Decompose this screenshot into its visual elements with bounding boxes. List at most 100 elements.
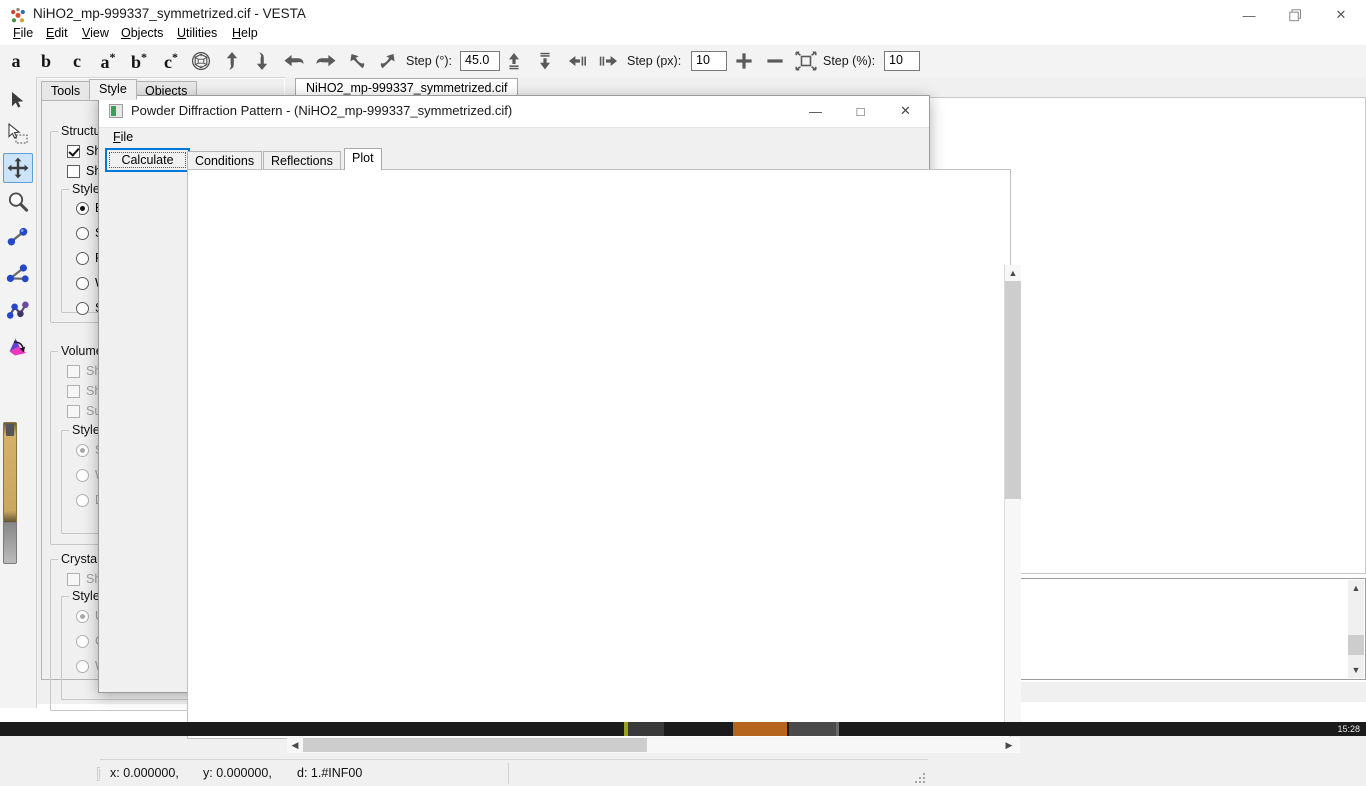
main-window-title: NiHO2_mp-999337_symmetrized.cif - VESTA [33,6,306,21]
fit-to-screen-button[interactable] [793,47,819,75]
view-along-c-star-button[interactable]: c* [157,47,185,75]
zoom-in-icon [736,53,752,69]
menu-view[interactable]: View [75,24,116,47]
step-px-label: Step (px): [627,54,682,68]
select-arrow-tool-button[interactable] [3,85,33,115]
translate-up-button[interactable] [503,47,525,75]
uniform-color-radio-dot [76,609,89,623]
show-isosurfaces-checkbox-box [67,384,80,398]
axis-c-star-label: c* [164,49,178,72]
rotate-up-button[interactable] [220,47,244,75]
dialog-horizontal-scrollbar[interactable]: ◀ ▶ [287,737,1020,753]
dialog-maximize-button[interactable]: □ [838,96,883,126]
zoom-out-button[interactable] [763,47,787,75]
dialog-tab-reflections[interactable]: Reflections [263,151,341,170]
four-atom-torsion-icon [6,301,29,319]
dialog-scroll-up-icon[interactable]: ▲ [1005,265,1021,281]
axis-b-star-label: b* [130,49,147,72]
taskbar-item-4[interactable] [789,722,836,736]
view-along-b-button[interactable]: b [34,47,58,75]
translate-right-button[interactable] [596,47,620,75]
cursor-arrow-icon [12,92,24,108]
taskbar-item-2[interactable] [628,722,664,736]
dialog-tab-strip: Conditions Reflections Plot [187,148,929,170]
axis-a-star-label: a* [100,49,116,72]
translate-left-button[interactable] [566,47,590,75]
dialog-vertical-scrollbar[interactable]: ▲ ▼ [1004,265,1021,735]
rotate-left-button[interactable] [281,47,307,75]
marquee-select-icon [8,123,28,144]
polyhedron-icon [192,52,210,70]
step-degree-input[interactable]: 45.0 [460,51,500,71]
dialog-tab-plot[interactable]: Plot [344,148,382,170]
depth-slider-knob[interactable] [6,424,14,436]
dialog-close-button[interactable]: ✕ [883,96,928,126]
zoom-in-button[interactable] [732,47,756,75]
dialog-minimize-button[interactable]: — [793,96,838,126]
dialog-hscroll-thumb[interactable] [303,738,647,752]
box-select-tool-button[interactable] [3,119,33,149]
dialog-resize-grip[interactable] [915,773,925,783]
menu-objects[interactable]: Objects [114,24,170,47]
polyhedral-radio-dot[interactable] [76,251,89,265]
smooth-shading-radio-dot [76,443,89,457]
vesta-app-icon [9,7,27,25]
move-tool-button[interactable] [3,153,33,183]
rotate-right-button[interactable] [313,47,339,75]
plane-tool-button[interactable] [3,332,33,362]
status-divider [508,763,509,784]
sidebar-tab-tools[interactable]: Tools [41,81,91,100]
polyhedron-button[interactable] [188,47,214,75]
bond-distance-tool-button[interactable] [3,222,33,252]
dialog-scroll-left-icon[interactable]: ◀ [287,737,303,753]
menu-edit-rest: dit [54,26,68,40]
main-menubar: File Edit View Objects Utilities Help [0,24,1366,45]
calculate-button[interactable]: Calculate [105,148,190,172]
translate-down-button[interactable] [534,47,556,75]
axis-b-label: b [40,50,51,71]
taskbar-item-5[interactable] [836,722,839,736]
rotate-left-icon [284,55,304,67]
menu-utilities[interactable]: Utilities [170,24,224,47]
dialog-menu-file-rest: ile [120,130,134,144]
stick-radio-dot[interactable] [76,301,89,315]
step-pct-input[interactable]: 10 [884,51,920,71]
output-scroll-down-icon[interactable]: ▼ [1348,662,1364,678]
custom-color-radio-dot [76,634,89,648]
bond-angle-tool-button[interactable] [3,259,33,289]
rotate-down-icon [256,52,268,70]
menu-file[interactable]: File [6,24,40,47]
powder-diffraction-dialog: Powder Diffraction Pattern - (NiHO2_mp-9… [98,95,1021,786]
show-models-checkbox-box[interactable] [67,144,80,158]
rotate-ccw-button[interactable] [345,47,369,75]
view-along-a-star-button[interactable]: a* [94,47,122,75]
sidebar-tab-style[interactable]: Style [89,79,137,100]
dialog-vscroll-thumb[interactable] [1005,281,1021,499]
output-scroll-thumb[interactable] [1348,635,1364,655]
dialog-tab-conditions[interactable]: Conditions [187,151,263,170]
dialog-scroll-right-icon[interactable]: ▶ [1001,737,1017,753]
view-along-b-star-button[interactable]: b* [125,47,153,75]
zoom-tool-button[interactable] [3,187,33,217]
diffraction-plot-canvas[interactable] [187,169,1011,739]
taskbar-clock[interactable]: 15:28 [1337,724,1360,734]
output-scroll-up-icon[interactable]: ▲ [1348,580,1364,596]
rotate-cw-button[interactable] [376,47,400,75]
depth-slider[interactable] [3,422,17,524]
rotate-down-button[interactable] [250,47,274,75]
ball-and-stick-radio-dot[interactable] [76,201,89,215]
output-vertical-scrollbar[interactable]: ▲ ▼ [1348,580,1364,678]
wireframe-radio-dot[interactable] [76,276,89,290]
taskbar-item-3[interactable] [733,722,787,736]
dialog-menu-file[interactable]: File [107,129,139,149]
dihedral-angle-tool-button[interactable] [3,295,33,325]
step-px-input[interactable]: 10 [691,51,727,71]
menu-edit[interactable]: Edit [39,24,75,47]
magnifier-icon [8,192,29,212]
show-dangling-bonds-checkbox-box[interactable] [67,164,80,178]
view-along-a-button[interactable]: a [4,47,28,75]
menu-help[interactable]: Help [225,24,265,47]
view-along-c-button[interactable]: c [65,47,89,75]
space-filling-radio-dot[interactable] [76,226,89,240]
surface-coloring-checkbox-box [67,404,80,418]
